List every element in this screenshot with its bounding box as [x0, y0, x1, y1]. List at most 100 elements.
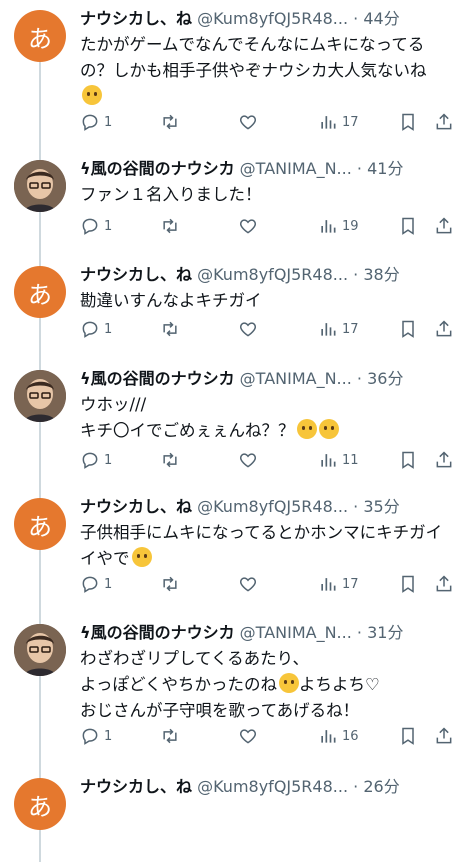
user-handle[interactable]: @Kum8yfQJ5R48... — [197, 497, 348, 516]
share-button[interactable] — [434, 448, 454, 472]
timestamp[interactable]: 41分 — [367, 159, 403, 178]
tweet-text: ウホッ/// キチ〇イでごめぇぇんね？？ — [80, 392, 460, 444]
bookmark-button[interactable] — [398, 448, 418, 472]
like-button[interactable] — [238, 110, 258, 134]
like-button[interactable] — [238, 724, 258, 748]
retweet-button[interactable] — [160, 572, 180, 596]
views-button[interactable]: 17 — [318, 572, 359, 596]
tweet-header: ϟ風の谷間のナウシカ @TANIMA_N... · 31分 — [80, 620, 465, 646]
user-handle[interactable]: @TANIMA_N... — [240, 159, 352, 178]
retweet-button[interactable] — [160, 448, 180, 472]
reply-button[interactable]: 1 — [80, 317, 112, 341]
views-button[interactable]: 16 — [318, 724, 359, 748]
tweet-text: たかがゲームでなんでそんなにムキになってる の？しかも相手子供やぞナウシカ大人気… — [80, 32, 460, 110]
pleading-face-emoji — [296, 419, 317, 439]
tweet[interactable]: ϟ風の谷間のナウシカ @TANIMA_N... · 41分 ファン１名入りました… — [0, 156, 470, 246]
reply-icon — [82, 576, 98, 593]
retweet-button[interactable] — [160, 724, 180, 748]
views-button[interactable]: 17 — [318, 317, 359, 341]
action-bar: 1 11 — [80, 448, 460, 472]
heart-icon — [239, 729, 257, 744]
retweet-icon — [163, 321, 177, 337]
avatar[interactable]: あ — [14, 778, 66, 830]
tweet[interactable]: あ ナウシカし、ね @Kum8yfQJ5R48... · 44分 たかがゲームで… — [0, 6, 470, 136]
user-handle[interactable]: @Kum8yfQJ5R48... — [197, 9, 348, 28]
display-name[interactable]: 風の谷間のナウシカ — [91, 159, 235, 178]
like-button[interactable] — [238, 317, 258, 341]
share-button[interactable] — [434, 572, 454, 596]
tweet-header: ナウシカし、ね @Kum8yfQJ5R48... · 44分 — [80, 6, 465, 32]
avatar[interactable]: あ — [14, 498, 66, 550]
views-button[interactable]: 11 — [318, 448, 359, 472]
user-handle[interactable]: @Kum8yfQJ5R48... — [197, 265, 348, 284]
retweet-icon — [163, 114, 177, 130]
share-button[interactable] — [434, 724, 454, 748]
reply-button[interactable]: 1 — [80, 724, 112, 748]
views-button[interactable]: 17 — [318, 110, 359, 134]
retweet-icon — [163, 452, 177, 468]
timestamp[interactable]: 38分 — [363, 265, 399, 284]
retweet-button[interactable] — [160, 110, 180, 134]
bookmark-icon — [402, 727, 414, 745]
avatar[interactable]: あ — [14, 266, 66, 318]
like-button[interactable] — [238, 214, 258, 238]
timestamp[interactable]: 44分 — [363, 9, 399, 28]
avatar[interactable] — [14, 624, 66, 676]
user-handle[interactable]: @Kum8yfQJ5R48... — [197, 777, 348, 796]
tweet[interactable]: あ ナウシカし、ね @Kum8yfQJ5R48... · 35分 子供相手にムキ… — [0, 494, 470, 609]
tweet-header: ϟ風の谷間のナウシカ @TANIMA_N... · 41分 — [80, 156, 465, 182]
share-button[interactable] — [434, 110, 454, 134]
timestamp[interactable]: 36分 — [367, 369, 403, 388]
like-button[interactable] — [238, 448, 258, 472]
display-name[interactable]: ナウシカし、ね — [80, 777, 192, 796]
display-name[interactable]: ナウシカし、ね — [80, 9, 192, 28]
bookmark-button[interactable] — [398, 214, 418, 238]
separator-dot: · — [356, 369, 362, 388]
bookmark-button[interactable] — [398, 110, 418, 134]
avatar[interactable] — [14, 370, 66, 422]
tweet[interactable]: ϟ風の谷間のナウシカ @TANIMA_N... · 31分 わざわざリプしてくる… — [0, 620, 470, 760]
tweet[interactable]: あ ナウシカし、ね @Kum8yfQJ5R48... · 38分 勘違いすんなよ… — [0, 262, 470, 352]
avatar[interactable] — [14, 160, 66, 212]
reply-button[interactable]: 1 — [80, 214, 112, 238]
tweet-text: わざわざリプしてくるあたり、 よっぽどくやちかったのね よちよち♡ おじさんが子守… — [80, 649, 380, 720]
timestamp[interactable]: 31分 — [367, 623, 403, 642]
reply-button[interactable]: 1 — [80, 448, 112, 472]
user-handle[interactable]: @TANIMA_N... — [240, 369, 352, 388]
share-icon — [436, 320, 452, 337]
share-button[interactable] — [434, 317, 454, 341]
retweet-icon — [163, 218, 177, 234]
bookmark-button[interactable] — [398, 724, 418, 748]
reply-icon — [82, 114, 98, 131]
reply-count: 1 — [104, 321, 113, 337]
pleading-face-emoji — [318, 419, 339, 439]
retweet-icon — [163, 576, 177, 592]
timestamp[interactable]: 35分 — [363, 497, 399, 516]
bookmark-button[interactable] — [398, 317, 418, 341]
share-button[interactable] — [434, 214, 454, 238]
views-button[interactable]: 19 — [318, 214, 359, 238]
user-handle[interactable]: @TANIMA_N... — [240, 623, 352, 642]
display-name[interactable]: ナウシカし、ね — [80, 497, 192, 516]
bookmark-button[interactable] — [398, 572, 418, 596]
avatar-portrait-icon — [14, 370, 66, 422]
view-count: 11 — [342, 452, 359, 468]
retweet-button[interactable] — [160, 317, 180, 341]
timestamp[interactable]: 26分 — [363, 777, 399, 796]
display-name[interactable]: ナウシカし、ね — [80, 265, 192, 284]
pleading-face-emoji — [279, 673, 300, 693]
reply-button[interactable]: 1 — [80, 572, 112, 596]
display-name[interactable]: 風の谷間のナウシカ — [91, 369, 235, 388]
reply-count: 1 — [104, 728, 113, 744]
lightning-icon: ϟ — [80, 623, 91, 642]
like-button[interactable] — [238, 572, 258, 596]
tweet[interactable]: ϟ風の谷間のナウシカ @TANIMA_N... · 36分 ウホッ/// キチ〇… — [0, 366, 470, 481]
display-name[interactable]: 風の谷間のナウシカ — [91, 623, 235, 642]
avatar[interactable]: あ — [14, 10, 66, 62]
bookmark-icon — [402, 320, 414, 338]
reply-button[interactable]: 1 — [80, 110, 112, 134]
avatar-portrait-icon — [14, 624, 66, 676]
heart-icon — [239, 453, 257, 468]
tweet[interactable]: あ ナウシカし、ね @Kum8yfQJ5R48... · 26分 — [0, 774, 470, 830]
retweet-button[interactable] — [160, 214, 180, 238]
